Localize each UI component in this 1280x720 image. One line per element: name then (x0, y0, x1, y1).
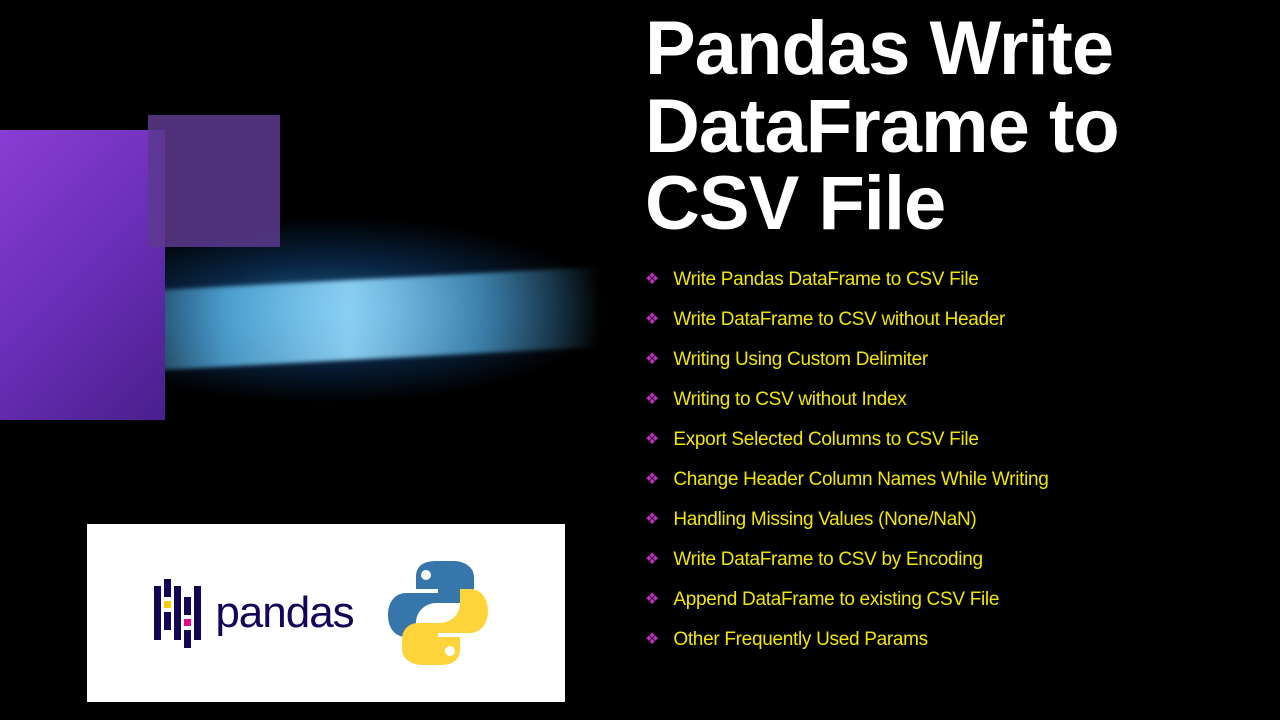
bullet-text: Export Selected Columns to CSV File (673, 429, 978, 451)
diamond-bullet-icon: ❖ (645, 592, 659, 608)
python-logo-icon (378, 553, 498, 673)
diamond-bullet-icon: ❖ (645, 272, 659, 288)
right-content-panel: Pandas Write DataFrame to CSV File ❖ Wri… (595, 0, 1280, 720)
left-graphics-panel: pandas (0, 0, 595, 720)
slide-container: pandas Pandas Write DataFrame to CSV Fil… (0, 0, 1280, 720)
bullet-text: Write DataFrame to CSV without Header (673, 309, 1005, 331)
diamond-bullet-icon: ❖ (645, 472, 659, 488)
bullet-text: Writing Using Custom Delimiter (673, 349, 928, 371)
bullet-text: Handling Missing Values (None/NaN) (673, 509, 976, 531)
bullet-text: Append DataFrame to existing CSV File (673, 589, 999, 611)
diamond-bullet-icon: ❖ (645, 432, 659, 448)
list-item: ❖ Export Selected Columns to CSV File (645, 429, 1260, 451)
purple-gradient-block (0, 130, 165, 420)
diamond-bullet-icon: ❖ (645, 512, 659, 528)
logo-container: pandas (87, 524, 565, 702)
bullet-text: Other Frequently Used Params (673, 629, 928, 651)
list-item: ❖ Other Frequently Used Params (645, 629, 1260, 651)
list-item: ❖ Write DataFrame to CSV without Header (645, 309, 1260, 331)
list-item: ❖ Write DataFrame to CSV by Encoding (645, 549, 1260, 571)
diamond-bullet-icon: ❖ (645, 632, 659, 648)
list-item: ❖ Handling Missing Values (None/NaN) (645, 509, 1260, 531)
diamond-bullet-icon: ❖ (645, 552, 659, 568)
list-item: ❖ Write Pandas DataFrame to CSV File (645, 269, 1260, 291)
diamond-bullet-icon: ❖ (645, 392, 659, 408)
slide-title: Pandas Write DataFrame to CSV File (645, 10, 1260, 243)
bullet-text: Change Header Column Names While Writing (673, 469, 1048, 491)
pandas-wordmark: pandas (215, 588, 353, 638)
list-item: ❖ Change Header Column Names While Writi… (645, 469, 1260, 491)
bullet-text: Write Pandas DataFrame to CSV File (673, 269, 978, 291)
list-item: ❖ Writing Using Custom Delimiter (645, 349, 1260, 371)
list-item: ❖ Append DataFrame to existing CSV File (645, 589, 1260, 611)
bullet-text: Writing to CSV without Index (673, 389, 906, 411)
diamond-bullet-icon: ❖ (645, 312, 659, 328)
bullet-list: ❖ Write Pandas DataFrame to CSV File ❖ W… (645, 269, 1260, 651)
pandas-mark-icon (154, 583, 201, 643)
bullet-text: Write DataFrame to CSV by Encoding (673, 549, 982, 571)
list-item: ❖ Writing to CSV without Index (645, 389, 1260, 411)
pandas-logo: pandas (154, 583, 353, 643)
diamond-bullet-icon: ❖ (645, 352, 659, 368)
purple-square-block (148, 115, 280, 247)
